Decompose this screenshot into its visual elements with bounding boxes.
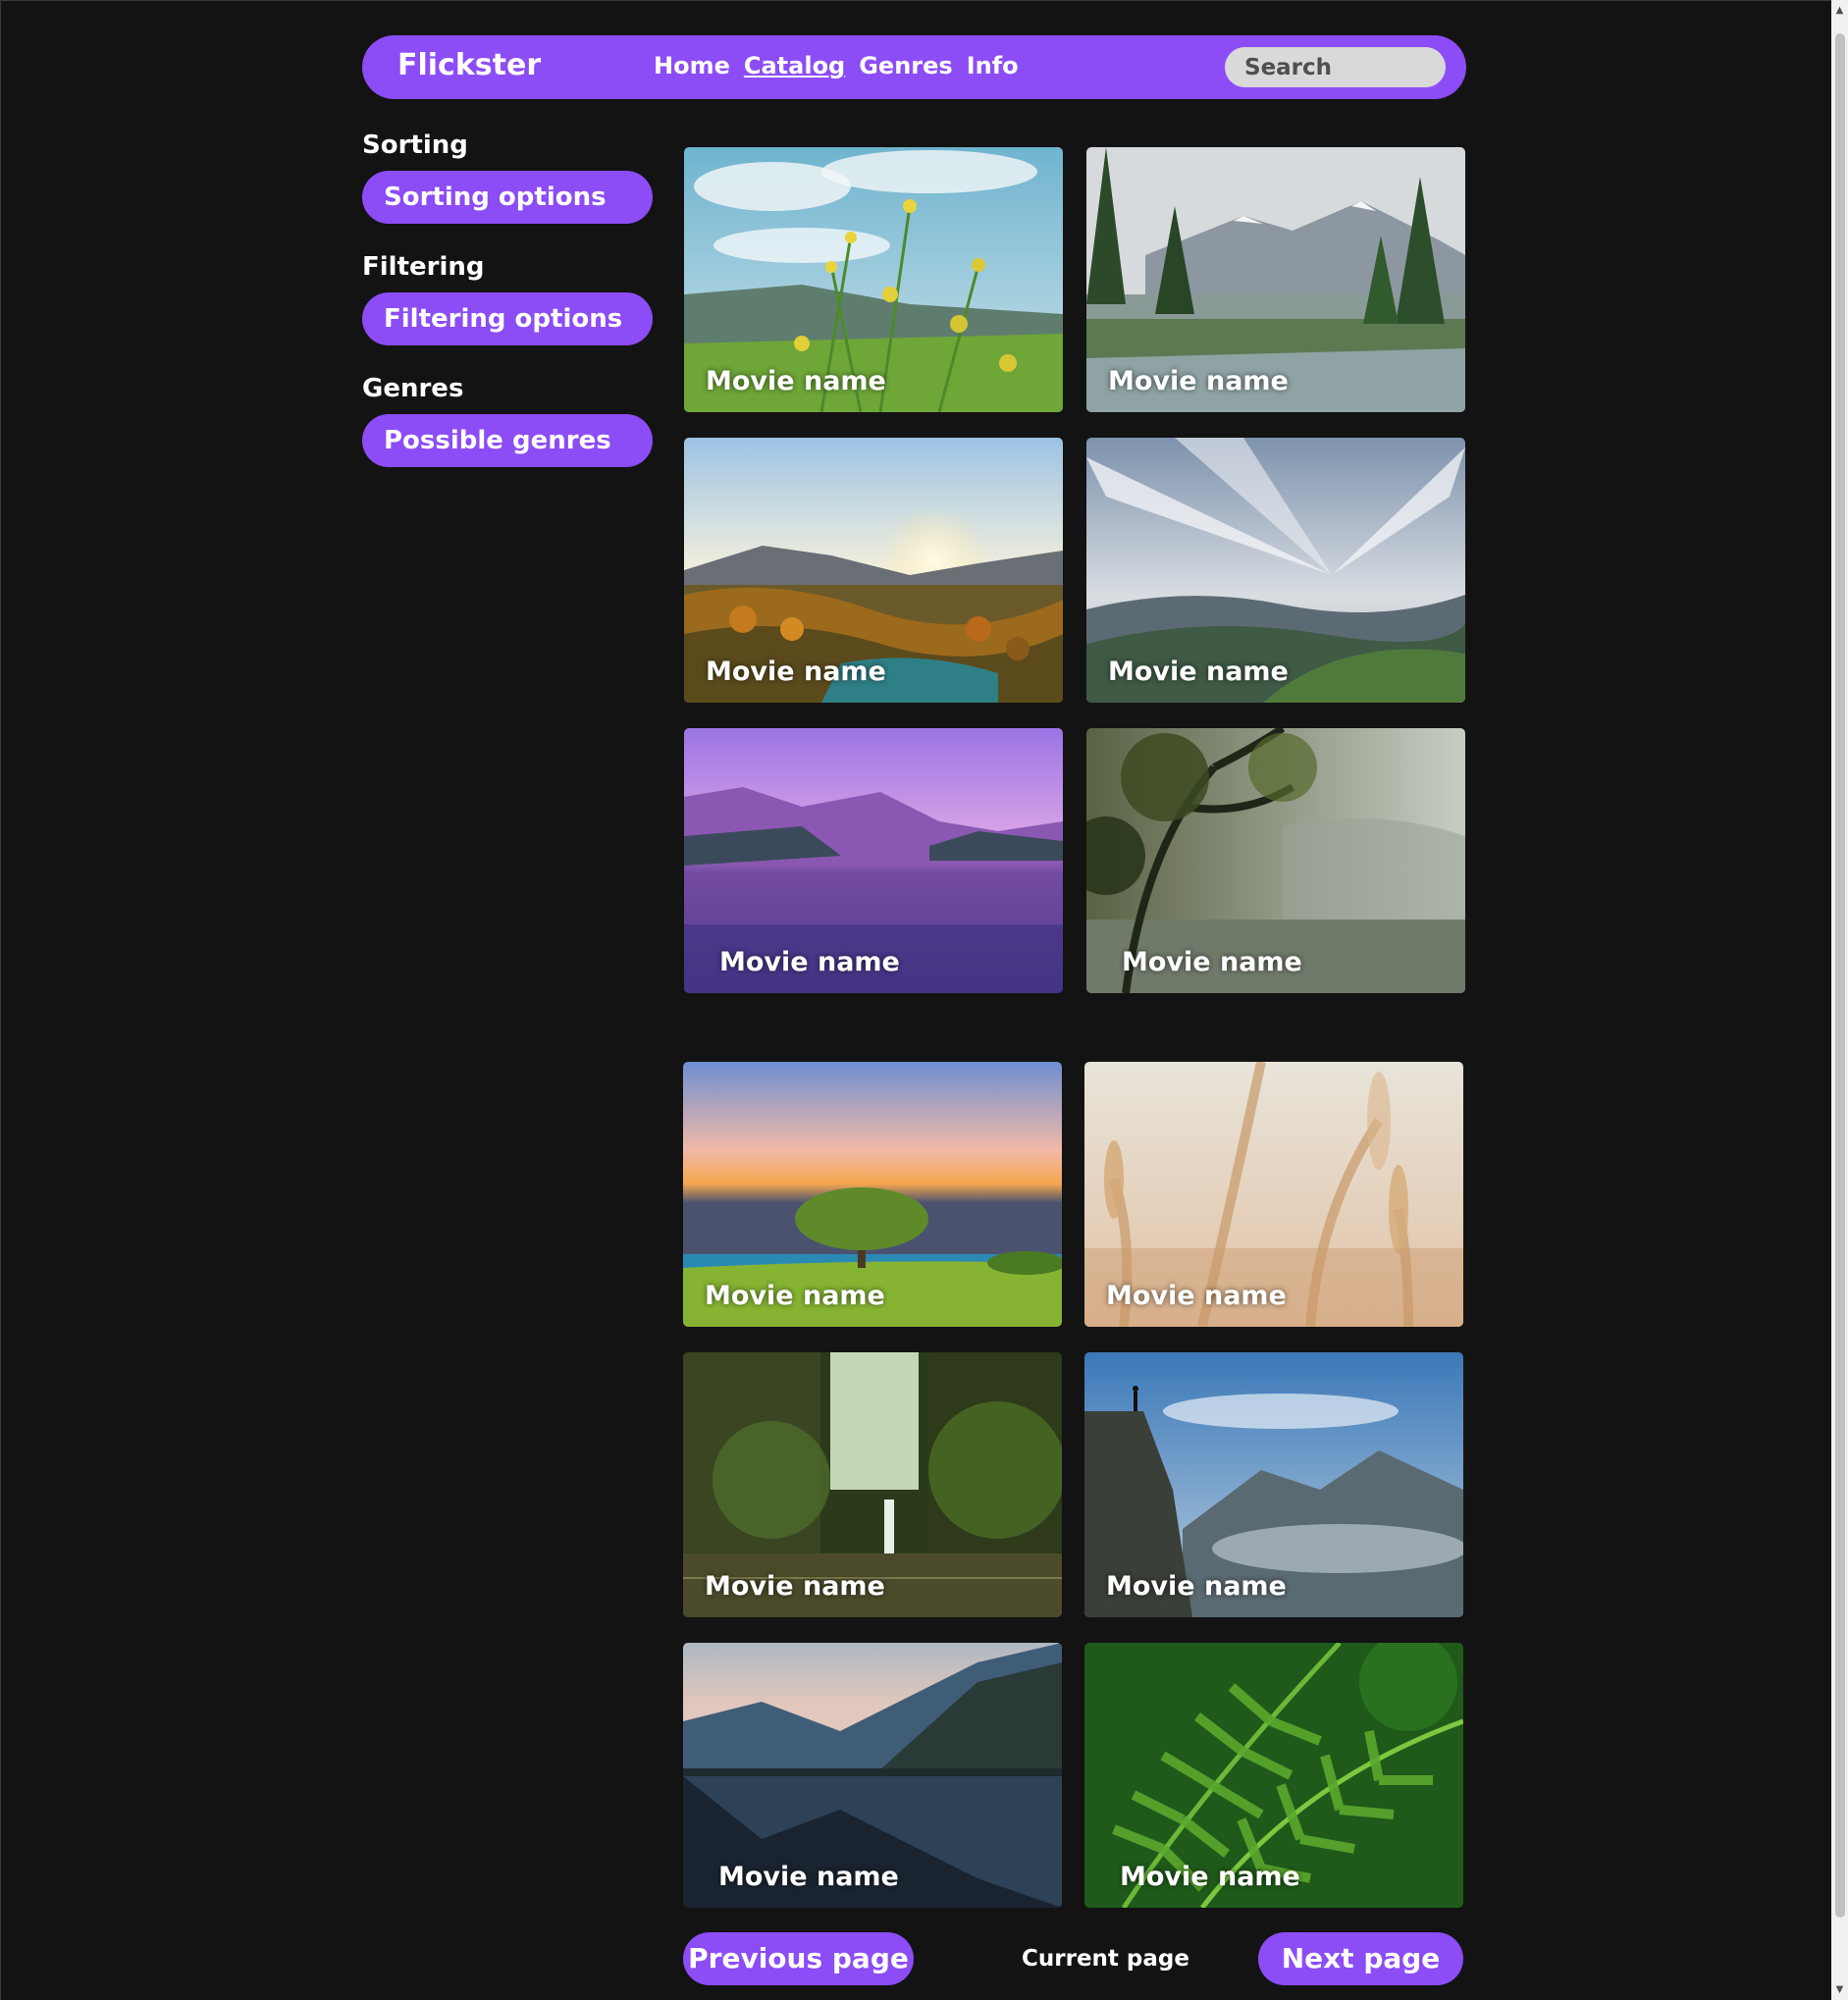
movie-card[interactable]: Movie name xyxy=(1084,1352,1463,1617)
genres-heading: Genres xyxy=(362,374,464,403)
movie-title: Movie name xyxy=(718,1862,899,1892)
current-page-label: Current page xyxy=(1022,1946,1189,1972)
scroll-thumb[interactable] xyxy=(1835,33,1845,1918)
movie-title: Movie name xyxy=(706,657,886,687)
movie-card[interactable]: Movie name xyxy=(1086,728,1465,993)
movie-title: Movie name xyxy=(1122,947,1302,977)
movie-title: Movie name xyxy=(706,366,886,396)
brand-logo[interactable]: Flickster xyxy=(397,48,541,82)
movie-card[interactable]: Movie name xyxy=(1086,147,1465,412)
search-input[interactable] xyxy=(1225,47,1446,87)
sorting-group: Sorting Sorting options xyxy=(362,128,653,224)
nav-info[interactable]: Info xyxy=(967,52,1019,79)
movie-card[interactable]: Movie name xyxy=(683,1643,1062,1908)
movie-card[interactable]: Movie name xyxy=(683,1062,1062,1327)
next-page-button[interactable]: Next page xyxy=(1258,1932,1463,1985)
movie-card[interactable]: Movie name xyxy=(1084,1062,1463,1327)
sorting-heading: Sorting xyxy=(362,131,468,160)
movie-title: Movie name xyxy=(719,947,900,977)
sorting-options-button[interactable]: Sorting options xyxy=(362,171,653,224)
filtering-options-button[interactable]: Filtering options xyxy=(362,292,653,345)
previous-page-button[interactable]: Previous page xyxy=(683,1932,914,1985)
vertical-scrollbar[interactable]: ▲ ▼ xyxy=(1831,0,1848,2000)
possible-genres-button[interactable]: Possible genres xyxy=(362,414,653,467)
filtering-group: Filtering Filtering options xyxy=(362,249,653,345)
pagination: Previous page Current page Next page xyxy=(683,1932,1463,1985)
top-navbar: Flickster Home Catalog Genres Info xyxy=(362,35,1466,99)
nav-catalog[interactable]: Catalog xyxy=(744,52,845,79)
nav-home[interactable]: Home xyxy=(654,52,730,79)
movie-title: Movie name xyxy=(1106,1571,1287,1602)
movie-card[interactable]: Movie name xyxy=(1084,1643,1463,1908)
main-nav: Home Catalog Genres Info xyxy=(654,52,1019,79)
movie-title: Movie name xyxy=(1106,1281,1287,1311)
genres-group: Genres Possible genres xyxy=(362,371,653,467)
movie-title: Movie name xyxy=(1120,1862,1300,1892)
movie-card[interactable]: Movie name xyxy=(1086,438,1465,703)
movie-card[interactable]: Movie name xyxy=(683,1352,1062,1617)
movie-card[interactable]: Movie name xyxy=(684,438,1063,703)
movie-title: Movie name xyxy=(705,1571,885,1602)
scroll-down-icon[interactable]: ▼ xyxy=(1831,1981,1848,1998)
sidebar: Sorting Sorting options Filtering Filter… xyxy=(362,128,653,493)
filtering-heading: Filtering xyxy=(362,252,485,282)
nav-genres[interactable]: Genres xyxy=(859,52,952,79)
movie-card[interactable]: Movie name xyxy=(684,147,1063,412)
movie-title: Movie name xyxy=(705,1281,885,1311)
movie-title: Movie name xyxy=(1108,366,1289,396)
movie-card[interactable]: Movie name xyxy=(684,728,1063,993)
movie-title: Movie name xyxy=(1108,657,1289,687)
scroll-up-icon[interactable]: ▲ xyxy=(1831,2,1848,19)
